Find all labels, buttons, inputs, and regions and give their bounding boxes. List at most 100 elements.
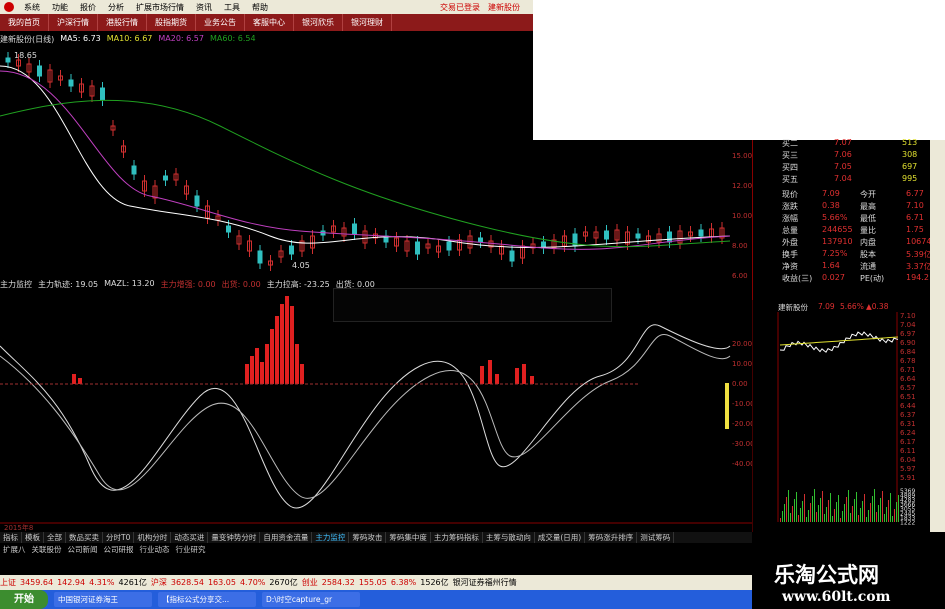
info-tab[interactable]: 行业动态	[137, 544, 173, 555]
bid-label: 买三	[782, 151, 798, 160]
ma5-label: MA5: 6.73	[60, 34, 101, 43]
indicator-tab[interactable]: 模板	[22, 532, 44, 543]
menu-extended-market[interactable]: 扩展市场行情	[130, 2, 190, 13]
bid-price: 7.07	[834, 138, 852, 147]
indicator-tab[interactable]: 自用资金流量	[260, 532, 313, 543]
stat-value2: 7.10	[906, 201, 924, 210]
mini-price-tick: 5.91	[900, 474, 916, 482]
menu-system[interactable]: 系统	[18, 2, 46, 13]
stat-key2: 流通	[860, 262, 876, 271]
low-price-label: 4.05	[292, 261, 310, 270]
task-item[interactable]: D:\时空capture_gr	[262, 592, 360, 607]
bid-volume: 995	[902, 174, 918, 183]
right-toolbar[interactable]	[930, 140, 945, 532]
stat-value2: 5.39亿	[906, 250, 932, 259]
sz-change: 163.05	[207, 578, 236, 587]
indicator-tab[interactable]: 数品买卖	[66, 532, 103, 543]
sh-pct: 4.31%	[89, 578, 115, 587]
stat-value: 5.66%	[822, 213, 848, 222]
stat-key2: 量比	[860, 226, 876, 235]
menu-help[interactable]: 帮助	[246, 2, 274, 13]
app-logo-icon	[4, 2, 14, 12]
mini-price-tick: 6.31	[900, 420, 916, 428]
menu-analysis[interactable]: 分析	[102, 2, 130, 13]
nav-yinhe-fun[interactable]: 银河欣乐	[294, 14, 343, 31]
indicator-tab[interactable]: 全部	[44, 532, 66, 543]
task-item[interactable]: 【指标公式分享交...	[158, 592, 256, 607]
ma-legend: 建新股份(日线) MA5: 6.73 MA10: 6.67 MA20: 6.57…	[0, 34, 533, 46]
menu-quote[interactable]: 报价	[74, 2, 102, 13]
indicator-tab[interactable]: 成交量(日用)	[535, 532, 586, 543]
nav-hs-market[interactable]: 沪深行情	[49, 14, 98, 31]
stat-key2: 今开	[860, 190, 876, 199]
ind-sell: 出货: 0.00	[221, 280, 261, 289]
nav-finance[interactable]: 银河理财	[343, 14, 392, 31]
indicator-tab[interactable]: 主筹与散动向	[483, 532, 535, 543]
high-price-label: 18.65	[14, 51, 37, 60]
stat-value: 137910	[822, 237, 853, 246]
indicator-tab[interactable]: 量变钟势分时	[208, 532, 261, 543]
info-tab[interactable]: 扩展八	[0, 544, 29, 555]
watermark-line1: 乐淘公式网	[774, 562, 879, 587]
price-axis-tick: 8.00	[732, 242, 748, 250]
nav-service[interactable]: 客服中心	[245, 14, 294, 31]
indicator-tab[interactable]: 动态买进	[171, 532, 209, 543]
bid-volume: 697	[902, 162, 918, 171]
menu-tools[interactable]: 工具	[218, 2, 246, 13]
indicator-tab[interactable]: 筹码攻击	[349, 532, 387, 543]
info-tab[interactable]: 公司新闻	[65, 544, 101, 555]
stat-value: 244655	[822, 225, 853, 234]
indicator-tab[interactable]: 指标	[0, 532, 22, 543]
stat-key: 收益(三)	[782, 274, 813, 283]
bid-row: 买二 7.07 513	[782, 138, 942, 150]
ind-main: 主力监控	[0, 280, 32, 289]
nav-announcements[interactable]: 业务公告	[196, 14, 245, 31]
start-button[interactable]: 开始	[0, 590, 48, 609]
mini-price-tick: 6.97	[900, 330, 916, 338]
info-tab[interactable]: 行业研究	[173, 544, 209, 555]
stat-key: 总量	[782, 226, 798, 235]
nav-home[interactable]: 我的首页	[0, 14, 49, 31]
info-tabs: 扩展八 关联股份 公司新闻 公司研报 行业动态 行业研究	[0, 544, 752, 555]
indicator-tab[interactable]: 分时T0	[103, 532, 135, 543]
stat-key: 涨跌	[782, 202, 798, 211]
nav-bar: 我的首页 沪深行情 港股行情 股指期货 业务公告 客服中心 银河欣乐 银河理财	[0, 14, 533, 31]
sh-change: 142.94	[57, 578, 86, 587]
pct-axis-tick: 0.00	[732, 380, 748, 388]
indicator-tabs: 指标 模板 全部 数品买卖 分时T0 机构分时 动态买进 量变钟势分时 自用资金流量 主力监控 筹码…	[0, 532, 752, 543]
menu-function[interactable]: 功能	[46, 2, 74, 13]
mini-price-tick: 6.78	[900, 357, 916, 365]
ma20-label: MA20: 6.57	[158, 34, 204, 43]
nav-hk-market[interactable]: 港股行情	[98, 14, 147, 31]
menu-info[interactable]: 资讯	[190, 2, 218, 13]
indicator-tab[interactable]: 筹码涨升排序	[585, 532, 638, 543]
top-right-buttons: 交易已登录 建新股份	[440, 0, 533, 14]
price-axis-tick: 6.00	[732, 272, 748, 280]
stat-value: 7.25%	[822, 249, 848, 258]
indicator-tab[interactable]: 主力监控	[312, 532, 350, 543]
indicator-tab[interactable]: 筹码集中度	[386, 532, 431, 543]
trade-login-button[interactable]: 交易已登录	[440, 2, 480, 13]
mini-price-tick: 6.04	[900, 456, 916, 464]
pct-axis-tick: 20.00	[732, 340, 752, 348]
date-label-left: 2015年8	[4, 523, 33, 532]
stock-name-button[interactable]: 建新股份	[488, 2, 520, 13]
indicator-tab[interactable]: 主力筹码指标	[431, 532, 483, 543]
indicator-tab[interactable]: 测试筹码	[637, 532, 675, 543]
stat-key2: 最高	[860, 202, 876, 211]
info-tab[interactable]: 关联股份	[29, 544, 65, 555]
indicator-tab[interactable]: 机构分时	[134, 532, 172, 543]
stat-value: 0.027	[822, 273, 845, 282]
task-item[interactable]: 中国银河证券海王	[54, 592, 152, 607]
mini-price-tick: 6.71	[900, 366, 916, 374]
bid-label: 买二	[782, 139, 798, 148]
sz-value: 3628.54	[170, 578, 204, 587]
nav-futures[interactable]: 股指期货	[147, 14, 196, 31]
quote-panel: 买二 7.07 513 买三 7.06 308 买四 7.05 697 买五 7.04 995 现价 7.…	[752, 138, 945, 300]
stat-value2: 194.2	[906, 273, 929, 282]
stat-key2: 最低	[860, 214, 876, 223]
mini-price-tick: 6.11	[900, 447, 916, 455]
info-tab[interactable]: 公司研报	[101, 544, 137, 555]
cy-change: 155.05	[358, 578, 387, 587]
ma60-label: MA60: 6.54	[209, 34, 256, 43]
